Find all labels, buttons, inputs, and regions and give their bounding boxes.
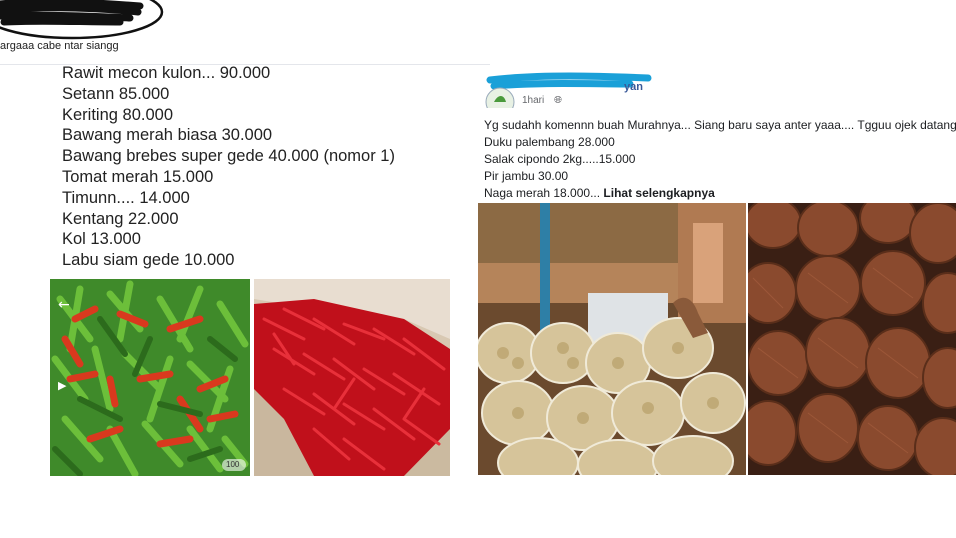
post-line: Naga merah 18.000...: [484, 186, 601, 200]
post-line-last: Naga merah 18.000... Lihat selengkapnya: [484, 185, 956, 202]
price-item: Kol 13.000: [62, 230, 141, 249]
redacted-name-scribble: [0, 0, 164, 40]
salak-image: [748, 203, 956, 475]
post-timestamp[interactable]: 1hari: [522, 95, 544, 106]
photo-salak[interactable]: [748, 203, 956, 475]
duku-image: [478, 203, 746, 475]
photo-red-chilies[interactable]: [254, 279, 450, 476]
photo-duku-bags[interactable]: [478, 203, 746, 475]
see-more-link[interactable]: Lihat selengkapnya: [603, 186, 714, 200]
author-name[interactable]: yan: [624, 81, 643, 93]
avatar[interactable]: [484, 84, 516, 108]
price-item: Bawang brebes super gede 40.000 (nomor 1…: [62, 147, 395, 166]
post-line: Pir jambu 30.00: [484, 169, 569, 183]
photo-mixed-chilies[interactable]: ← ▶ 100: [50, 279, 250, 476]
price-item: Rawit mecon kulon... 90.000: [62, 64, 271, 82]
play-icon[interactable]: ▶: [58, 379, 67, 392]
back-arrow-icon[interactable]: ←: [58, 297, 70, 313]
price-item: Labu siam gede 10.000: [62, 251, 235, 270]
post-line: Yg sudahh komennn buah Murahnya... Siang…: [484, 118, 956, 132]
photo-badge: 100: [226, 460, 240, 469]
red-chili-image: [254, 279, 450, 476]
post-caption: argaaa cabe ntar siangg: [0, 40, 119, 52]
price-list: Rawit mecon kulon... 90.000 Setann 85.00…: [62, 63, 395, 271]
price-item: Timunn.... 14.000: [62, 188, 190, 207]
price-item: Keriting 80.000: [62, 105, 173, 124]
post-line: Duku palembang 28.000: [484, 135, 615, 149]
price-item: Kentang 22.000: [62, 209, 179, 228]
post-body: Yg sudahh komennn buah Murahnya... Siang…: [484, 117, 956, 202]
price-item: Bawang merah biasa 30.000: [62, 126, 273, 145]
chili-image: ← ▶: [50, 279, 250, 476]
post-line: Salak cipondo 2kg.....15.000: [484, 152, 636, 166]
globe-icon: 🌐︎: [554, 95, 562, 106]
price-item: Tomat merah 15.000: [62, 167, 214, 186]
price-item: Setann 85.000: [62, 84, 170, 103]
